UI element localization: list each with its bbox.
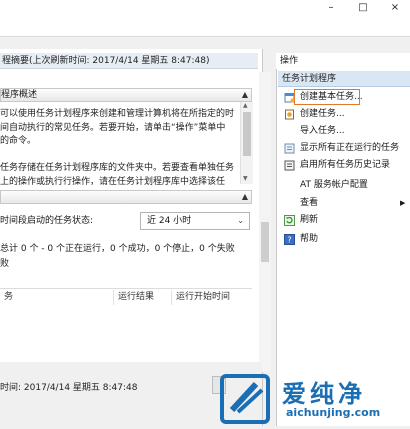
overview-line: 上的操作或执行行操作，请在任务计划程序库中选择该任 [0, 176, 226, 187]
minimize-button[interactable]: – [320, 0, 342, 16]
watermark-brand: 爱纯净 [282, 380, 366, 408]
watermark-domain: aichunjing.com [286, 406, 381, 419]
period-value: 近 24 小时 [147, 216, 192, 226]
overview-line: 间自动执行的常见任务。若要开始，请单击“操作”菜单中 [0, 122, 226, 133]
action-help[interactable]: ? 帮助 [284, 231, 408, 248]
toolbar [0, 16, 410, 37]
action-label: 创建任务... [300, 109, 345, 119]
action-at-service-config[interactable]: AT 服务帐户配置 [284, 177, 408, 194]
task-icon [284, 109, 295, 120]
column-header-start-time[interactable]: 运行开始时间 [172, 290, 252, 305]
actions-header: 操作 [276, 53, 410, 69]
pane-scrollbar[interactable] [259, 72, 271, 372]
history-icon [284, 160, 295, 171]
scroll-down-icon[interactable]: ▼ [243, 175, 248, 182]
list-icon [284, 143, 295, 154]
svg-text:?: ? [287, 236, 291, 245]
collapse-up-icon[interactable]: ▲ [242, 89, 248, 101]
maximize-button[interactable]: □ [352, 0, 374, 16]
action-label: 帮助 [300, 234, 319, 244]
overview-scrollbar[interactable]: ▲ ▼ [240, 102, 253, 184]
action-import-task[interactable]: 导入任务... [284, 123, 408, 140]
overview-line: 的命令。 [0, 136, 37, 146]
scroll-thumb[interactable] [261, 222, 269, 262]
last-refresh-time: 时间: 2017/4/14 星期五 8:47:48 [0, 383, 138, 393]
action-label: 查看 [300, 198, 319, 208]
overview-line [0, 149, 240, 163]
task-status-table: 务 运行结果 运行开始时间 [0, 288, 252, 364]
overview-section-title: 程序概述 [1, 90, 38, 100]
overview-line: 可以使用任务计划程序来创建和管理计算机将在所指定的时 [0, 109, 235, 119]
column-header-result[interactable]: 运行结果 [114, 290, 172, 305]
chevron-down-icon: ⌄ [237, 216, 244, 225]
overview-line: 任务存储在任务计划程序库的文件夹中。若要查看单独任务 [0, 163, 235, 173]
actions-group-task-scheduler[interactable]: 任务计划程序 [278, 71, 410, 87]
help-icon: ? [284, 234, 295, 245]
action-label: AT 服务帐户配置 [300, 180, 368, 190]
title-bar [0, 0, 410, 16]
submenu-arrow-icon: ▶ [400, 199, 406, 207]
action-show-running-tasks[interactable]: 显示所有正在运行的任务 [284, 140, 408, 157]
highlight-box [294, 89, 360, 105]
overview-text: 可以使用任务计划程序来创建和管理计算机将在所指定的时 间自动执行的常见任务。若要… [0, 108, 240, 188]
task-status-summary-line: 总计 0 个 - 0 个正在运行，0 个成功，0 个停止，0 个失败 [0, 244, 235, 254]
overview-section-header[interactable]: 程序概述 ▲ [0, 88, 252, 102]
task-status-summary: 总计 0 个 - 0 个正在运行，0 个成功，0 个停止，0 个失败 败 [0, 242, 252, 272]
action-label: 导入任务... [300, 126, 345, 136]
action-label: 显示所有正在运行的任务 [300, 143, 400, 153]
action-label: 启用所有任务历史记录 [300, 160, 391, 170]
period-label: 时间段启动的任务状态: [0, 216, 94, 226]
action-label: 刷新 [300, 215, 319, 225]
action-view[interactable]: 查看 ▶ [284, 195, 408, 212]
summary-header: 程摘要(上次刷新时间: 2017/4/14 星期五 8:47:48) [0, 53, 258, 69]
collapse-up-icon[interactable]: ▲ [242, 191, 248, 203]
scroll-up-icon[interactable]: ▲ [243, 102, 248, 109]
refresh-icon [284, 215, 295, 226]
period-dropdown[interactable]: 近 24 小时 ⌄ [140, 212, 250, 230]
close-button[interactable]: × [384, 0, 406, 16]
column-header-task[interactable]: 务 [0, 290, 114, 305]
scroll-thumb[interactable] [243, 112, 251, 156]
task-status-summary-tail: 败 [0, 259, 10, 269]
action-create-task[interactable]: 创建任务... [284, 106, 408, 123]
action-enable-history[interactable]: 启用所有任务历史记录 [284, 157, 408, 174]
task-status-section-header[interactable]: ▲ [0, 190, 252, 204]
action-refresh[interactable]: 刷新 [284, 212, 408, 229]
watermark: 爱纯净 aichunjing.com [218, 370, 410, 426]
